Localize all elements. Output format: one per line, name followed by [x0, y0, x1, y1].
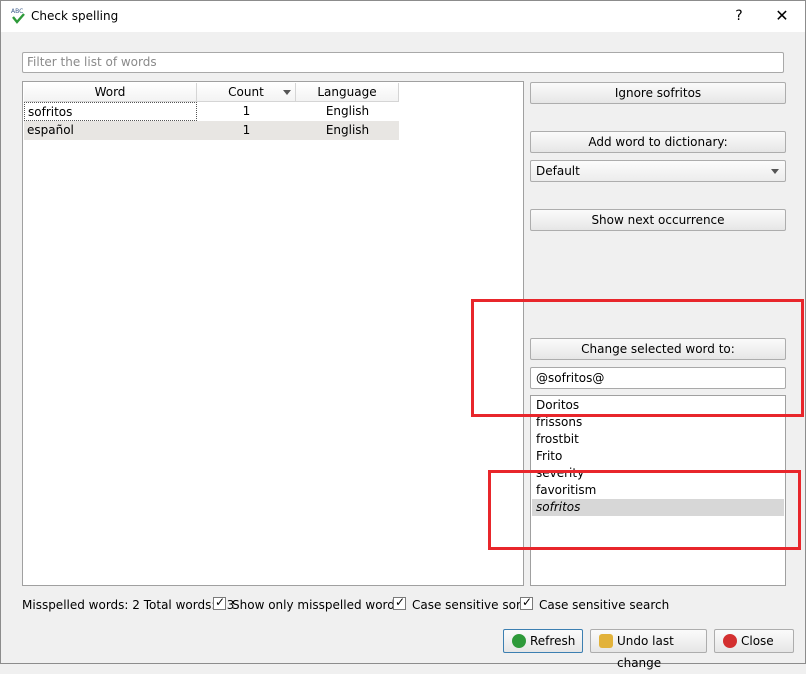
title-bar: ABC Check spelling ? ✕ [1, 1, 805, 32]
show-next-occurrence-button[interactable]: Show next occurrence [530, 209, 786, 231]
word-count-summary: Misspelled words: 2 Total words: 13 [22, 598, 235, 612]
refresh-button[interactable]: Refresh [503, 629, 583, 653]
column-header-count[interactable]: Count [197, 83, 296, 102]
add-to-dictionary-button[interactable]: Add word to dictionary: [530, 131, 786, 153]
suggestion-item[interactable]: frostbit [532, 431, 784, 448]
window-close-button[interactable]: ✕ [769, 5, 795, 27]
row-language: English [325, 104, 370, 118]
close-label: Close [741, 634, 774, 648]
suggestion-item[interactable]: Frito [532, 448, 784, 465]
table-header: Word Count Language [24, 83, 399, 102]
ignore-button-label: Ignore sofritos [614, 86, 702, 100]
case-sensitive-sort-checkbox[interactable] [393, 595, 406, 610]
chevron-down-icon [771, 169, 779, 174]
close-icon [723, 634, 737, 648]
refresh-label: Refresh [530, 634, 576, 648]
show-only-misspelled-checkbox[interactable] [213, 595, 226, 610]
annotation-box [488, 470, 801, 550]
undo-button[interactable]: Undo last change [590, 629, 707, 670]
undo-icon [599, 634, 613, 648]
ignore-button[interactable]: Ignore sofritos [530, 82, 786, 104]
column-header-word[interactable]: Word [24, 83, 197, 102]
filter-input[interactable]: Filter the list of words [22, 52, 784, 73]
row-count: 1 [242, 123, 251, 137]
svg-text:ABC: ABC [11, 8, 23, 15]
table-row[interactable]: sofritos 1 English [24, 102, 399, 121]
dictionary-select-value: Default [536, 164, 580, 178]
column-header-language[interactable]: Language [296, 83, 399, 102]
case-sensitive-search-label: Case sensitive search [539, 598, 670, 612]
spellcheck-dialog: ABC Check spelling ? ✕ Filter the list o… [0, 0, 806, 670]
row-language: English [325, 123, 370, 137]
help-button[interactable]: ? [727, 5, 751, 27]
show-only-misspelled-label: Show only misspelled words [232, 598, 402, 612]
misspelled-words-table[interactable]: Word Count Language sofritos 1 English e… [22, 81, 524, 586]
show-next-occurrence-label: Show next occurrence [591, 213, 725, 227]
refresh-icon [512, 634, 526, 648]
row-word: español [27, 123, 74, 137]
spellcheck-icon: ABC [11, 8, 25, 24]
annotation-box [471, 299, 804, 417]
case-sensitive-search-checkbox[interactable] [520, 595, 533, 610]
add-to-dictionary-label: Add word to dictionary: [588, 135, 728, 149]
undo-label: Undo last change [617, 634, 674, 670]
table-row[interactable]: español 1 English [24, 121, 399, 140]
column-header-count-label: Count [228, 85, 264, 99]
window-title: Check spelling [31, 9, 119, 23]
row-word: sofritos [24, 102, 197, 121]
dictionary-select[interactable]: Default [530, 160, 786, 182]
sort-desc-icon [283, 90, 291, 95]
case-sensitive-sort-label: Case sensitive sort [412, 598, 526, 612]
row-count: 1 [242, 104, 251, 118]
close-button[interactable]: Close [714, 629, 794, 653]
